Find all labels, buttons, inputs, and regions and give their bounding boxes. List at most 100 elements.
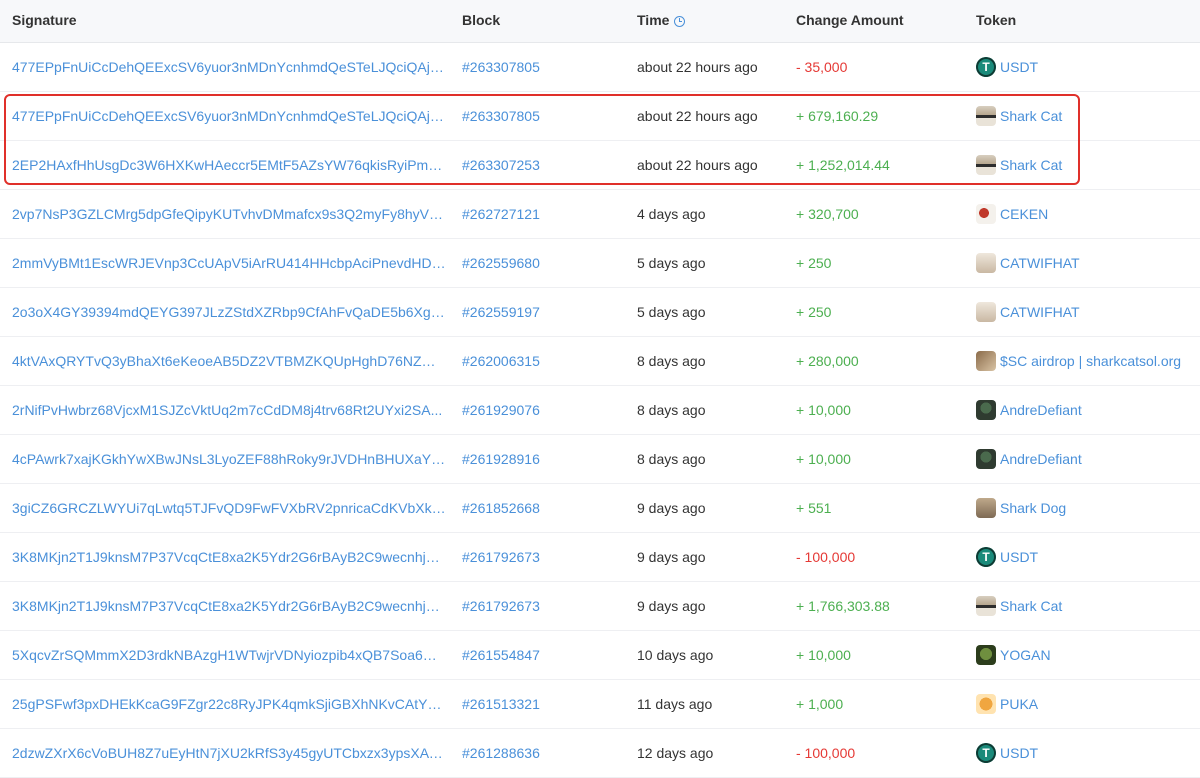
signature-link[interactable]: 5XqcvZrSQMmmX2D3rdkNBAzgH1WTwjrVDNyiozpi… — [12, 631, 446, 679]
token-link[interactable]: CATWIFHAT — [1000, 288, 1080, 336]
block-link[interactable]: #262559197 — [462, 288, 622, 336]
token-link[interactable]: CEKEN — [1000, 190, 1048, 238]
block-link[interactable]: #261928916 — [462, 435, 622, 483]
shark-cat-icon — [976, 106, 996, 126]
table-row: 2o3oX4GY39394mdQEYG397JLzZStdXZRbp9CfAhF… — [0, 288, 1200, 337]
signature-link[interactable]: 25gPSFwf3pxDHEkKcaG9FZgr22c8RyJPK4qmkSji… — [12, 680, 446, 728]
change-amount: + 1,000 — [796, 696, 844, 712]
block-link[interactable]: #262727121 — [462, 190, 622, 238]
signature-link[interactable]: 477EPpFnUiCcDehQEExcSV6yuor3nMDnYcnhmdQe… — [12, 43, 446, 91]
signature-link[interactable]: 2rNifPvHwbrz68VjcxM1SJZcVktUq2m7cCdDM8j4… — [12, 386, 446, 434]
signature-link[interactable]: 2EP2HAxfHhUsgDc3W6HXKwHAeccr5EMtF5AZsYW7… — [12, 141, 446, 189]
change-amount: + 10,000 — [796, 647, 851, 663]
time-text: 8 days ago — [637, 402, 706, 418]
token-link[interactable]: Shark Cat — [1000, 582, 1062, 630]
block-link[interactable]: #263307805 — [462, 92, 622, 140]
block-link[interactable]: #261288636 — [462, 729, 622, 777]
table-row: 3K8MKjn2T1J9knsM7P37VcqCtE8xa2K5Ydr2G6rB… — [0, 533, 1200, 582]
time-text: 8 days ago — [637, 451, 706, 467]
transactions-table: Signature Block Time Change Amount Token… — [0, 0, 1200, 778]
token-link[interactable]: Shark Cat — [1000, 92, 1062, 140]
token-cell[interactable]: AndreDefiant — [976, 435, 1196, 483]
signature-link[interactable]: 477EPpFnUiCcDehQEExcSV6yuor3nMDnYcnhmdQe… — [12, 92, 446, 140]
block-link[interactable]: #262559680 — [462, 239, 622, 287]
token-link[interactable]: AndreDefiant — [1000, 386, 1082, 434]
table-header: Signature Block Time Change Amount Token — [0, 0, 1200, 43]
token-link[interactable]: USDT — [1000, 729, 1038, 777]
token-link[interactable]: AndreDefiant — [1000, 435, 1082, 483]
time-text: 9 days ago — [637, 549, 706, 565]
header-time-label: Time — [637, 12, 670, 28]
token-cell[interactable]: Shark Cat — [976, 92, 1196, 140]
table-row: 3K8MKjn2T1J9knsM7P37VcqCtE8xa2K5Ydr2G6rB… — [0, 582, 1200, 631]
token-link[interactable]: Shark Cat — [1000, 141, 1062, 189]
time-text: 12 days ago — [637, 745, 714, 761]
token-cell[interactable]: YOGAN — [976, 631, 1196, 679]
token-cell[interactable]: CEKEN — [976, 190, 1196, 238]
change-amount: + 250 — [796, 255, 832, 271]
yogan-icon — [976, 645, 996, 665]
clock-icon[interactable] — [674, 16, 686, 27]
table-row: 2EP2HAxfHhUsgDc3W6HXKwHAeccr5EMtF5AZsYW7… — [0, 141, 1200, 190]
signature-link[interactable]: 3giCZ6GRCZLWYUi7qLwtq5TJFvQD9FwFVXbRV2pn… — [12, 484, 446, 532]
token-cell[interactable]: AndreDefiant — [976, 386, 1196, 434]
token-cell[interactable]: USDT — [976, 43, 1196, 91]
change-amount: + 320,700 — [796, 206, 859, 222]
signature-link[interactable]: 2mmVyBMt1EscWRJEVnp3CcUApV5iArRU414HHcbp… — [12, 239, 446, 287]
block-link[interactable]: #261929076 — [462, 386, 622, 434]
signature-link[interactable]: 2vp7NsP3GZLCMrg5dpGfeQipyKUTvhvDMmafcx9s… — [12, 190, 446, 238]
change-amount: - 35,000 — [796, 59, 848, 75]
catwifhat-icon — [976, 302, 996, 322]
signature-link[interactable]: 2dzwZXrX6cVoBUH8Z7uEyHtN7jXU2kRfS3y45gyU… — [12, 729, 446, 777]
signature-link[interactable]: 4ktVAxQRYTvQ3yBhaXt6eKeoeAB5DZ2VTBMZKQUp… — [12, 337, 446, 385]
signature-link[interactable]: 2o3oX4GY39394mdQEYG397JLzZStdXZRbp9CfAhF… — [12, 288, 446, 336]
block-link[interactable]: #262006315 — [462, 337, 622, 385]
token-cell[interactable]: USDT — [976, 729, 1196, 777]
time-text: about 22 hours ago — [637, 108, 758, 124]
token-cell[interactable]: Shark Dog — [976, 484, 1196, 532]
table-row: 2rNifPvHwbrz68VjcxM1SJZcVktUq2m7cCdDM8j4… — [0, 386, 1200, 435]
time-text: 11 days ago — [637, 696, 713, 712]
block-link[interactable]: #263307253 — [462, 141, 622, 189]
shark-cat-icon — [976, 596, 996, 616]
token-link[interactable]: CATWIFHAT — [1000, 239, 1080, 287]
token-link[interactable]: USDT — [1000, 533, 1038, 581]
change-amount: + 250 — [796, 304, 832, 320]
signature-link[interactable]: 4cPAwrk7xajKGkhYwXBwJNsL3LyoZEF88hRoky9r… — [12, 435, 446, 483]
shark-cat-icon — [976, 155, 996, 175]
block-link[interactable]: #261792673 — [462, 582, 622, 630]
signature-link[interactable]: 3K8MKjn2T1J9knsM7P37VcqCtE8xa2K5Ydr2G6rB… — [12, 582, 446, 630]
table-row: 2dzwZXrX6cVoBUH8Z7uEyHtN7jXU2kRfS3y45gyU… — [0, 729, 1200, 778]
token-cell[interactable]: Shark Cat — [976, 141, 1196, 189]
token-cell[interactable]: PUKA — [976, 680, 1196, 728]
token-cell[interactable]: Shark Cat — [976, 582, 1196, 630]
token-cell[interactable]: CATWIFHAT — [976, 288, 1196, 336]
table-body: 477EPpFnUiCcDehQEExcSV6yuor3nMDnYcnhmdQe… — [0, 43, 1200, 778]
table-row: 5XqcvZrSQMmmX2D3rdkNBAzgH1WTwjrVDNyiozpi… — [0, 631, 1200, 680]
table-row: 477EPpFnUiCcDehQEExcSV6yuor3nMDnYcnhmdQe… — [0, 43, 1200, 92]
token-link[interactable]: Shark Dog — [1000, 484, 1066, 532]
token-link[interactable]: USDT — [1000, 43, 1038, 91]
block-link[interactable]: #261554847 — [462, 631, 622, 679]
token-link[interactable]: YOGAN — [1000, 631, 1051, 679]
time-text: 9 days ago — [637, 500, 706, 516]
table-row: 2vp7NsP3GZLCMrg5dpGfeQipyKUTvhvDMmafcx9s… — [0, 190, 1200, 239]
signature-link[interactable]: 3K8MKjn2T1J9knsM7P37VcqCtE8xa2K5Ydr2G6rB… — [12, 533, 446, 581]
token-cell[interactable]: $SC airdrop | sharkcatsol.org — [976, 337, 1196, 385]
block-link[interactable]: #261513321 — [462, 680, 622, 728]
token-cell[interactable]: CATWIFHAT — [976, 239, 1196, 287]
puka-icon — [976, 694, 996, 714]
token-link[interactable]: PUKA — [1000, 680, 1038, 728]
block-link[interactable]: #261852668 — [462, 484, 622, 532]
token-link[interactable]: $SC airdrop | sharkcatsol.org — [1000, 337, 1181, 385]
header-signature: Signature — [12, 12, 77, 28]
time-text: 5 days ago — [637, 304, 706, 320]
token-cell[interactable]: USDT — [976, 533, 1196, 581]
andre-defiant-icon — [976, 400, 996, 420]
block-link[interactable]: #263307805 — [462, 43, 622, 91]
change-amount: + 551 — [796, 500, 832, 516]
time-text: 5 days ago — [637, 255, 706, 271]
table-row: 25gPSFwf3pxDHEkKcaG9FZgr22c8RyJPK4qmkSji… — [0, 680, 1200, 729]
block-link[interactable]: #261792673 — [462, 533, 622, 581]
change-amount: + 1,252,014.44 — [796, 157, 890, 173]
